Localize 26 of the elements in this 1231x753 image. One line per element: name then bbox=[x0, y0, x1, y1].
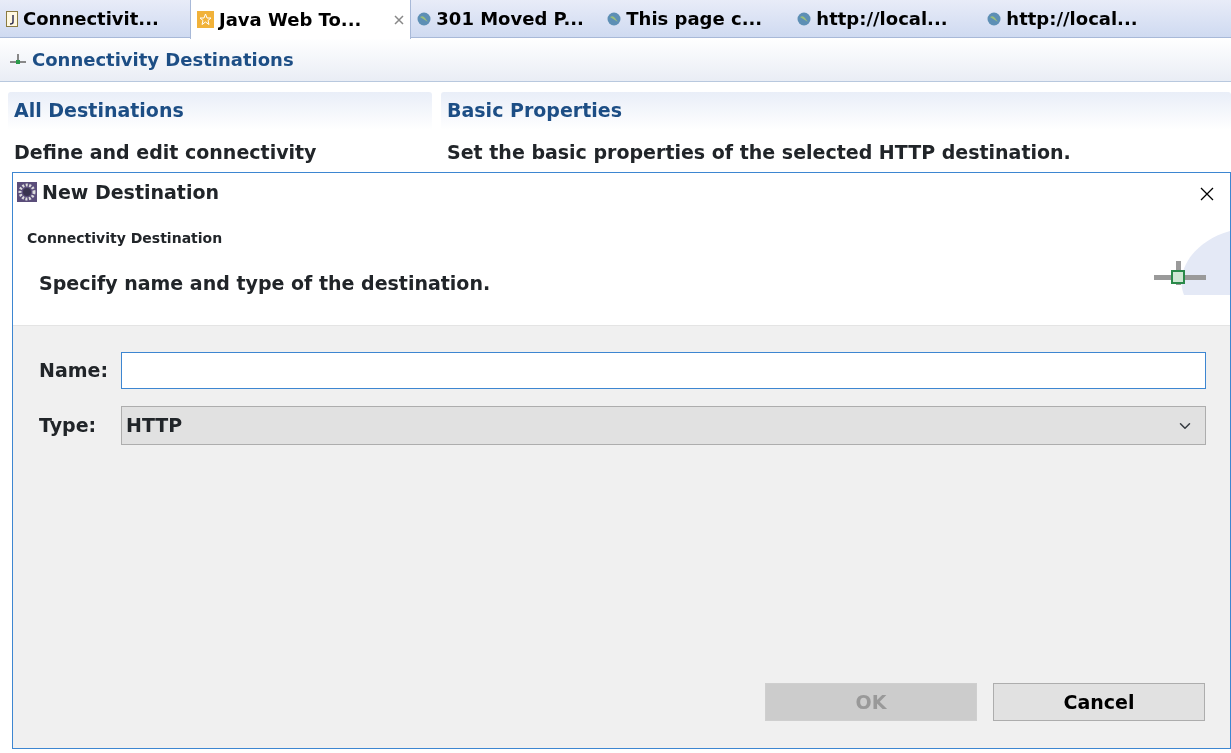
close-icon[interactable] bbox=[394, 14, 405, 25]
globe-icon bbox=[607, 11, 622, 26]
globe-icon bbox=[797, 11, 812, 26]
field-label: Type: bbox=[39, 413, 98, 439]
editor-tab[interactable]: Connectivit... bbox=[0, 0, 190, 37]
gear-icon bbox=[17, 182, 37, 202]
globe-icon bbox=[417, 11, 432, 26]
dialog-title: New Destination bbox=[42, 179, 220, 205]
page-title: Connectivity Destination bbox=[27, 229, 223, 248]
connector-icon bbox=[10, 53, 26, 66]
type-dropdown[interactable]: HTTP bbox=[121, 406, 1206, 445]
section-description: Define and edit connectivity bbox=[13, 140, 318, 165]
star-icon bbox=[197, 11, 214, 28]
editor-tab[interactable]: http://local... bbox=[981, 0, 1172, 37]
name-field[interactable] bbox=[121, 352, 1206, 389]
globe-icon bbox=[987, 11, 1002, 26]
editor-tab[interactable]: This page c... bbox=[601, 0, 792, 37]
dialog-button[interactable]: Cancel bbox=[993, 683, 1205, 721]
editor-tab[interactable]: http://local... bbox=[791, 0, 982, 37]
editor-title: Connectivity Destinations bbox=[32, 48, 294, 72]
page-message: Specify name and type of the destination. bbox=[39, 271, 491, 296]
editor-tab[interactable]: Java Web To... bbox=[190, 0, 412, 39]
file-icon bbox=[6, 10, 18, 27]
field-label: Name: bbox=[39, 358, 109, 384]
section-description: Set the basic properties of the selected HTTP destination. bbox=[446, 140, 1072, 165]
editor-tab[interactable]: 301 Moved P... bbox=[411, 0, 602, 37]
